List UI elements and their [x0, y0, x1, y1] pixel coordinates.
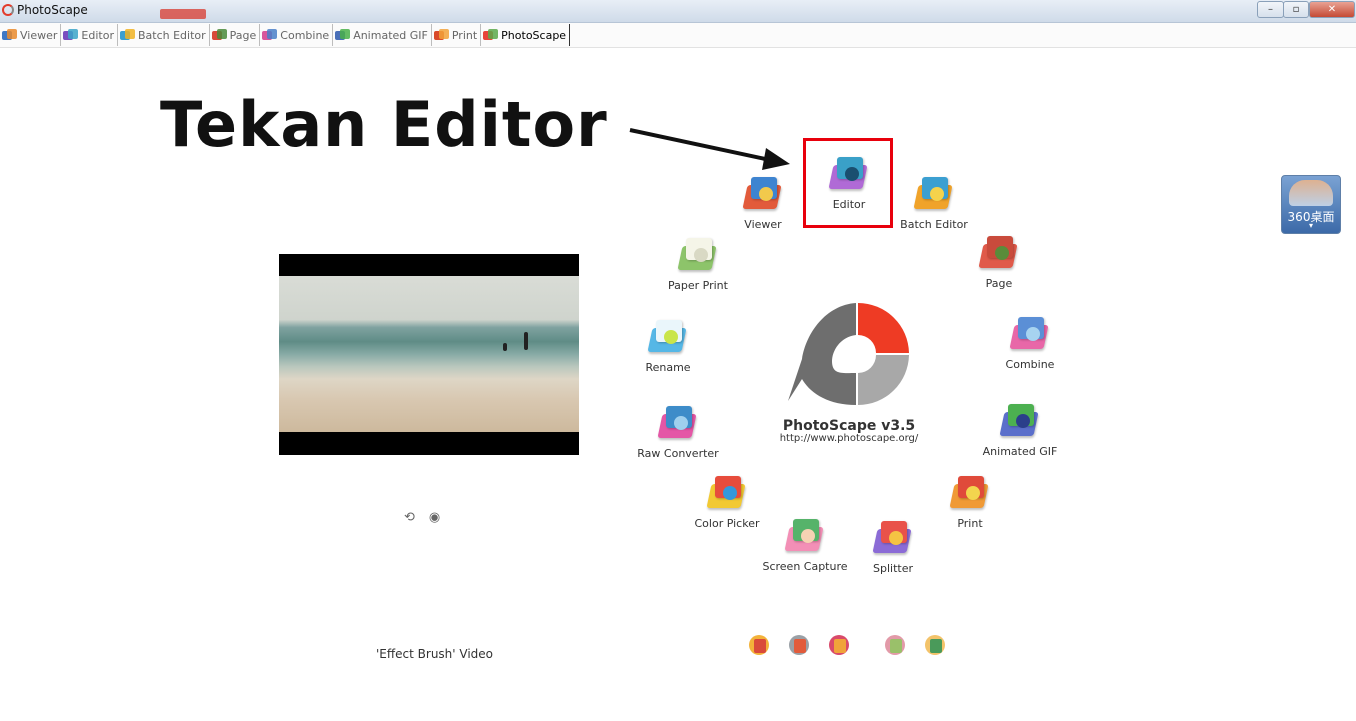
combine-icon: [1008, 315, 1052, 355]
photoscape-icon: [483, 28, 499, 42]
maximize-button[interactable]: ▫: [1283, 1, 1309, 18]
title-bar: PhotoScape – ▫ ✕: [0, 0, 1356, 23]
tab-viewer[interactable]: Viewer: [0, 24, 62, 46]
rename-icon: [646, 318, 690, 358]
tab-combine[interactable]: Combine: [260, 24, 334, 46]
beach-scene-image: [279, 276, 579, 432]
photoscape-logo-icon: [788, 303, 909, 405]
cube-icon: [1289, 180, 1333, 206]
paper-print-icon: [676, 236, 720, 276]
tab-photoscape[interactable]: PhotoScape: [481, 24, 571, 46]
main-tab-bar: Viewer Editor Batch Editor Page Combine …: [0, 23, 1356, 48]
tab-label: Viewer: [20, 28, 58, 42]
chevron-down-icon: ▾: [1308, 221, 1313, 230]
menu-item-animated-gif[interactable]: Animated GIF: [970, 402, 1070, 458]
menu-label: Batch Editor: [900, 218, 968, 231]
animated-gif-icon: [335, 28, 351, 42]
tab-batch-editor[interactable]: Batch Editor: [118, 24, 210, 46]
about-icon[interactable]: [881, 631, 909, 659]
effect-brush-video-preview[interactable]: [279, 254, 579, 455]
tab-animated-gif[interactable]: Animated GIF: [333, 24, 432, 46]
menu-label: Combine: [1005, 358, 1055, 371]
screen-capture-icon: [783, 517, 827, 557]
menu-item-viewer[interactable]: Viewer: [713, 175, 813, 231]
menu-label: Paper Print: [668, 279, 728, 292]
tab-label: PhotoScape: [501, 28, 567, 42]
viewer-magnifier-icon: [741, 175, 785, 215]
video-caption[interactable]: 'Effect Brush' Video: [376, 647, 493, 661]
tab-editor[interactable]: Editor: [61, 24, 118, 46]
menu-item-paper-print[interactable]: Paper Print: [648, 236, 748, 292]
minimize-button[interactable]: –: [1257, 1, 1284, 18]
tab-label: Animated GIF: [353, 28, 428, 42]
annotation-arrow: [629, 128, 790, 170]
page-icon: [211, 28, 227, 42]
menu-label: Animated GIF: [982, 445, 1058, 458]
tools-icon[interactable]: [785, 631, 813, 659]
raw-converter-icon: [656, 404, 700, 444]
person-figure: [524, 332, 528, 350]
tab-label: Batch Editor: [137, 28, 206, 42]
image-frame-icon[interactable]: [921, 631, 949, 659]
brand-name: PhotoScape v3.5: [782, 418, 916, 434]
brand-url-link[interactable]: http://www.photoscape.org/: [760, 433, 938, 444]
tab-label: Editor: [81, 28, 114, 42]
menu-item-batch-editor[interactable]: Batch Editor: [884, 175, 984, 231]
tab-page[interactable]: Page: [210, 24, 261, 46]
menu-item-splitter[interactable]: Splitter: [843, 519, 943, 575]
menu-label: Page: [985, 277, 1013, 290]
photoscape-app-icon: [2, 4, 14, 16]
menu-item-page[interactable]: Page: [949, 234, 1049, 290]
desktop-360-widget[interactable]: 360桌面 ▾: [1281, 175, 1341, 234]
menu-item-raw-converter[interactable]: Raw Converter: [628, 404, 728, 460]
printer-icon: [948, 474, 992, 514]
refresh-icon[interactable]: ⟲: [404, 510, 415, 525]
window-title: PhotoScape: [17, 3, 88, 17]
menu-item-combine[interactable]: Combine: [980, 315, 1080, 371]
menu-item-rename[interactable]: Rename: [618, 318, 718, 374]
menu-label: Splitter: [873, 562, 913, 575]
menu-label: Raw Converter: [637, 447, 719, 460]
eye-icon[interactable]: ◉: [429, 510, 440, 525]
close-button[interactable]: ✕: [1309, 1, 1355, 18]
batch-editor-icon: [912, 175, 956, 215]
language-icon[interactable]: [825, 631, 853, 659]
annotation-text: Tekan Editor: [160, 88, 608, 161]
menu-label: Screen Capture: [762, 560, 848, 573]
viewer-icon: [2, 28, 17, 42]
menu-label: Viewer: [744, 218, 782, 231]
page-layout-icon: [977, 234, 1021, 274]
editor-icon: [63, 28, 79, 42]
menu-label: Rename: [645, 361, 691, 374]
bottom-toolbar: [745, 631, 949, 659]
video-controls: ⟲ ◉: [404, 510, 440, 525]
editor-camera-icon: [827, 155, 871, 195]
title-redacted-area: [160, 9, 206, 19]
batch-editor-icon: [119, 28, 135, 42]
tab-print[interactable]: Print: [432, 24, 482, 46]
help-icon[interactable]: [745, 631, 773, 659]
splitter-icon: [871, 519, 915, 559]
tab-label: Page: [229, 28, 257, 42]
menu-item-screen-capture[interactable]: Screen Capture: [755, 517, 855, 573]
combine-icon: [262, 28, 278, 42]
print-icon: [433, 28, 449, 42]
person-figure: [503, 343, 507, 351]
animated-gif-film-icon: [998, 402, 1042, 442]
color-picker-icon: [705, 474, 749, 514]
tab-label: Combine: [280, 28, 330, 42]
tab-label: Print: [451, 28, 478, 42]
